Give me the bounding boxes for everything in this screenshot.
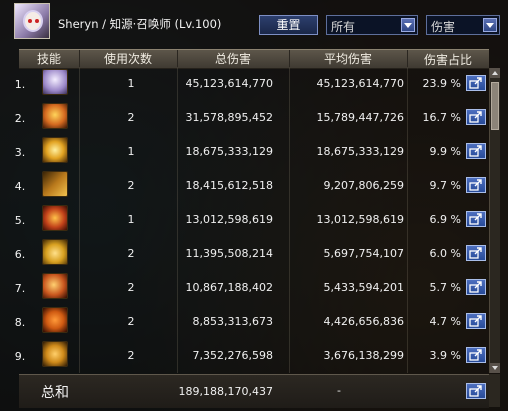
reset-button[interactable]: 重置	[259, 15, 318, 35]
column-header-skill[interactable]: 技能	[19, 50, 80, 67]
summon-skill-icon-3	[42, 137, 68, 163]
table-scrollbar[interactable]	[489, 68, 500, 373]
chevron-down-icon[interactable]	[401, 18, 415, 32]
table-row[interactable]: 6. 2 11,395,508,214 5,697,754,107 6.0 %	[0, 238, 508, 267]
table-row[interactable]: 2. 2 31,578,895,452 15,789,447,726 16.7 …	[0, 102, 508, 131]
column-header-total[interactable]: 总伤害	[177, 50, 290, 67]
scroll-up-icon[interactable]	[490, 68, 500, 78]
column-header-uses[interactable]: 使用次数	[79, 50, 178, 67]
summon-skill-icon-9	[42, 341, 68, 367]
summon-skill-icon-4	[42, 171, 68, 197]
summon-skill-icon-5	[42, 205, 68, 231]
share-icon[interactable]	[466, 75, 486, 91]
character-avatar	[14, 3, 50, 39]
share-icon[interactable]	[466, 383, 486, 399]
target-filter-value: 所有	[331, 20, 356, 34]
table-row[interactable]: 9. 2 7,352,276,598 3,676,138,299 3.9 %	[0, 340, 508, 369]
table-header: 技能 使用次数 总伤害 平均伤害 伤害占比	[19, 49, 489, 69]
summary-row: 总和 189,188,170,437 -	[19, 374, 489, 408]
summon-skill-icon-6	[42, 239, 68, 265]
table-row[interactable]: 4. 2 18,415,612,518 9,207,806,259 9.7 %	[0, 170, 508, 199]
table-row[interactable]: 3. 1 18,675,333,129 18,675,333,129 9.9 %	[0, 136, 508, 165]
table-row[interactable]: 1. 1 45,123,614,770 45,123,614,770 23.9 …	[0, 68, 508, 97]
scroll-thumb[interactable]	[491, 82, 499, 130]
stat-type-value: 伤害	[431, 20, 456, 34]
sum-label: 总和	[41, 385, 69, 401]
share-icon[interactable]	[466, 279, 486, 295]
table-row[interactable]: 7. 2 10,867,188,402 5,433,594,201 5.7 %	[0, 272, 508, 301]
table-row[interactable]: 8. 2 8,853,313,673 4,426,656,836 4.7 %	[0, 306, 508, 335]
summon-skill-icon-8	[42, 307, 68, 333]
share-icon[interactable]	[466, 347, 486, 363]
damage-stats-panel: Sheryn / 知源·召唤师 (Lv.100) 重置 所有 伤害 技能 使用次…	[0, 0, 508, 411]
scroll-down-icon[interactable]	[490, 363, 500, 373]
summon-skill-icon-7	[42, 273, 68, 299]
sum-total-damage: 189,188,170,437	[178, 385, 273, 398]
share-icon[interactable]	[466, 143, 486, 159]
column-header-share[interactable]: 伤害占比	[407, 51, 489, 68]
chevron-down-icon[interactable]	[483, 18, 497, 32]
table-row[interactable]: 5. 1 13,012,598,619 13,012,598,619 6.9 %	[0, 204, 508, 233]
summon-skill-icon-1	[42, 69, 68, 95]
character-name: Sheryn / 知源·召唤师 (Lv.100)	[58, 17, 222, 31]
share-icon[interactable]	[466, 313, 486, 329]
share-icon[interactable]	[466, 211, 486, 227]
summon-skill-icon-2	[42, 103, 68, 129]
share-icon[interactable]	[466, 177, 486, 193]
panel-header: Sheryn / 知源·召唤师 (Lv.100) 重置 所有 伤害	[0, 0, 508, 48]
column-header-avg[interactable]: 平均伤害	[289, 50, 408, 67]
share-icon[interactable]	[466, 245, 486, 261]
stat-type-dropdown[interactable]: 伤害	[426, 15, 500, 35]
share-icon[interactable]	[466, 109, 486, 125]
sum-avg-damage: -	[337, 384, 341, 397]
target-filter-dropdown[interactable]: 所有	[326, 15, 418, 35]
